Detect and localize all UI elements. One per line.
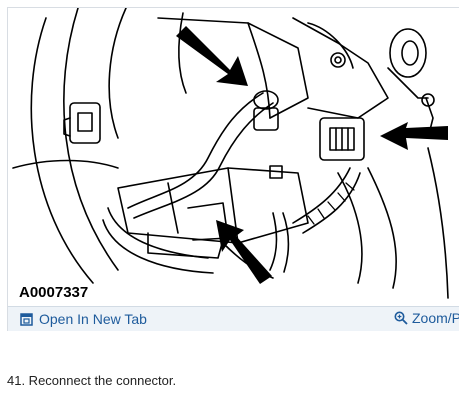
open-in-new-tab-link[interactable]: Open In New Tab <box>20 311 147 327</box>
zoom-link[interactable]: Zoom/P <box>394 310 459 326</box>
step-instruction: 41. Reconnect the connector. <box>7 373 177 388</box>
open-in-new-tab-icon <box>20 312 33 326</box>
zoom-label: Zoom/P <box>412 310 459 326</box>
open-in-new-tab-label: Open In New Tab <box>39 311 147 327</box>
figure-id-label: A0007337 <box>17 283 91 302</box>
engine-connector-illustration <box>12 8 449 299</box>
zoom-icon <box>394 311 408 325</box>
figure-link-bar: Open In New Tab Zoom/P <box>8 306 459 331</box>
